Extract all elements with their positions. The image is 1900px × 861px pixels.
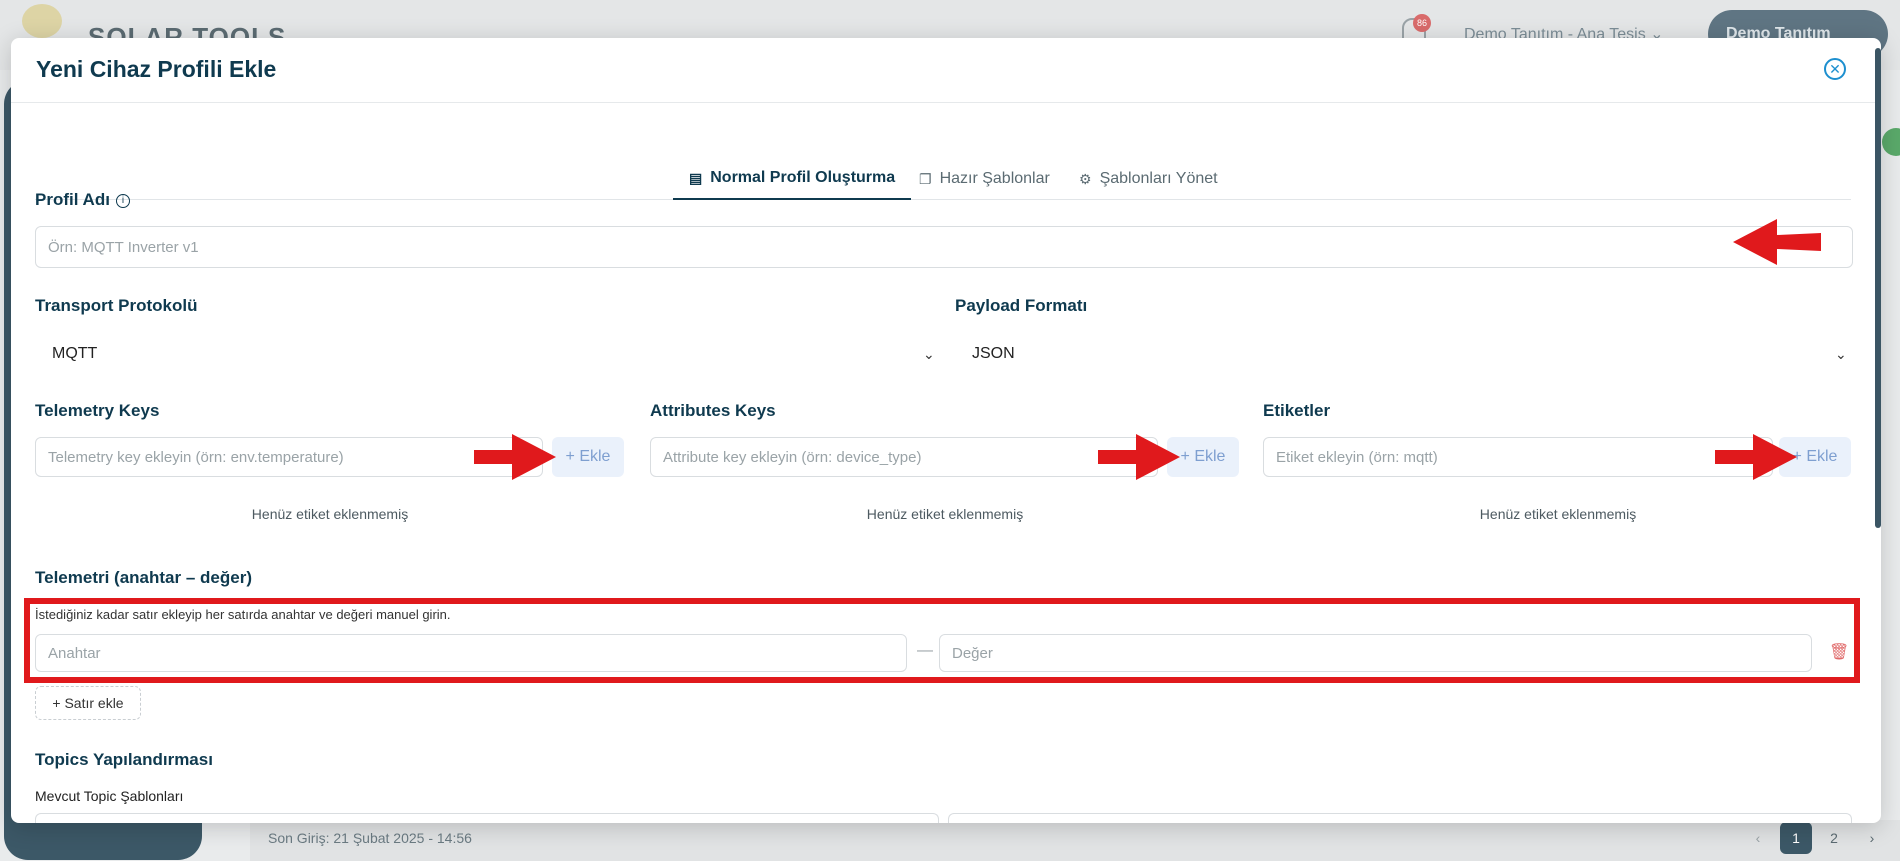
add-telemetry-key-button[interactable]: + Ekle: [552, 437, 624, 477]
telemetry-kv-label: Telemetri (anahtar – değer): [35, 568, 252, 587]
tag-input[interactable]: [1263, 437, 1773, 477]
modal-scrollbar[interactable]: [1875, 48, 1881, 528]
pagination-next-button[interactable]: ›: [1862, 822, 1882, 854]
attribute-keys-empty-text: Henüz etiket eklenmemiş: [866, 506, 1024, 522]
payload-format-value: JSON: [972, 345, 1015, 362]
modal-header: Yeni Cihaz Profili Ekle ✕: [11, 38, 1881, 103]
attribute-keys-label: Attributes Keys: [650, 401, 776, 420]
tab-label: Hazır Şablonlar: [939, 170, 1050, 187]
topic-template-select-2[interactable]: [948, 813, 1852, 823]
attribute-key-input[interactable]: [650, 437, 1158, 477]
tags-label: Etiketler: [1263, 401, 1331, 420]
transport-protocol-select[interactable]: MQTT ⌄: [35, 334, 945, 374]
topic-template-select[interactable]: [35, 813, 939, 823]
annotation-highlight-box: [24, 598, 1860, 683]
topics-config-label: Topics Yapılandırması: [35, 750, 213, 769]
tab-label: Normal Profil Oluşturma: [710, 169, 896, 186]
document-icon: ▤: [689, 169, 703, 186]
tags-empty-text: Henüz etiket eklenmemiş: [1479, 506, 1637, 522]
notification-badge: 86: [1413, 14, 1431, 32]
status-indicator: [1882, 128, 1900, 156]
gear-icon: ⚙: [1079, 170, 1092, 187]
logo-icon: [22, 4, 62, 38]
info-icon[interactable]: i: [115, 193, 130, 208]
tab-bar: ▤ Normal Profil Oluşturma ❐ Hazır Şablon…: [35, 120, 1851, 200]
modal-title: Yeni Cihaz Profili Ekle: [36, 56, 277, 82]
chevron-down-icon: ⌄: [1835, 345, 1847, 362]
payload-format-label: Payload Formatı: [955, 296, 1088, 315]
copy-icon: ❐: [919, 170, 932, 187]
telemetry-keys-label: Telemetry Keys: [35, 401, 160, 420]
payload-format-select[interactable]: JSON ⌄: [955, 334, 1855, 374]
profile-name-input[interactable]: [35, 226, 1853, 268]
profile-name-label-text: Profil Adı: [35, 190, 110, 209]
annotation-arrow-right: [1715, 434, 1797, 480]
chevron-down-icon: ⌄: [923, 345, 935, 362]
tab-normal-profile[interactable]: ▤ Normal Profil Oluşturma: [673, 158, 912, 200]
pagination-page-2[interactable]: 2: [1818, 822, 1850, 854]
pagination-page-1[interactable]: 1: [1780, 822, 1812, 854]
topic-templates-label: Mevcut Topic Şablonları: [35, 788, 184, 804]
close-icon[interactable]: ✕: [1824, 58, 1846, 80]
transport-protocol-label: Transport Protokolü: [35, 296, 198, 315]
tab-label: Şablonları Yönet: [1099, 170, 1218, 187]
annotation-arrow-right: [1098, 434, 1180, 480]
add-row-button[interactable]: + Satır ekle: [35, 686, 141, 720]
transport-protocol-value: MQTT: [52, 345, 98, 362]
annotation-arrow-right: [474, 434, 556, 480]
telemetry-keys-empty-text: Henüz etiket eklenmemiş: [251, 506, 409, 522]
annotation-arrow-left: [1733, 219, 1821, 265]
telemetry-key-input[interactable]: [35, 437, 543, 477]
tab-manage-templates[interactable]: ⚙ Şablonları Yönet: [1079, 158, 1218, 200]
pagination-prev-button[interactable]: ‹: [1748, 822, 1768, 854]
footer-bar: [250, 820, 1900, 861]
last-login-text: Son Giriş: 21 Şubat 2025 - 14:56: [268, 830, 472, 846]
profile-name-label: Profil Adı i: [35, 190, 130, 210]
add-device-profile-modal: Yeni Cihaz Profili Ekle ✕ ▤ Normal Profi…: [11, 38, 1881, 823]
tab-ready-templates[interactable]: ❐ Hazır Şablonlar: [919, 158, 1050, 200]
